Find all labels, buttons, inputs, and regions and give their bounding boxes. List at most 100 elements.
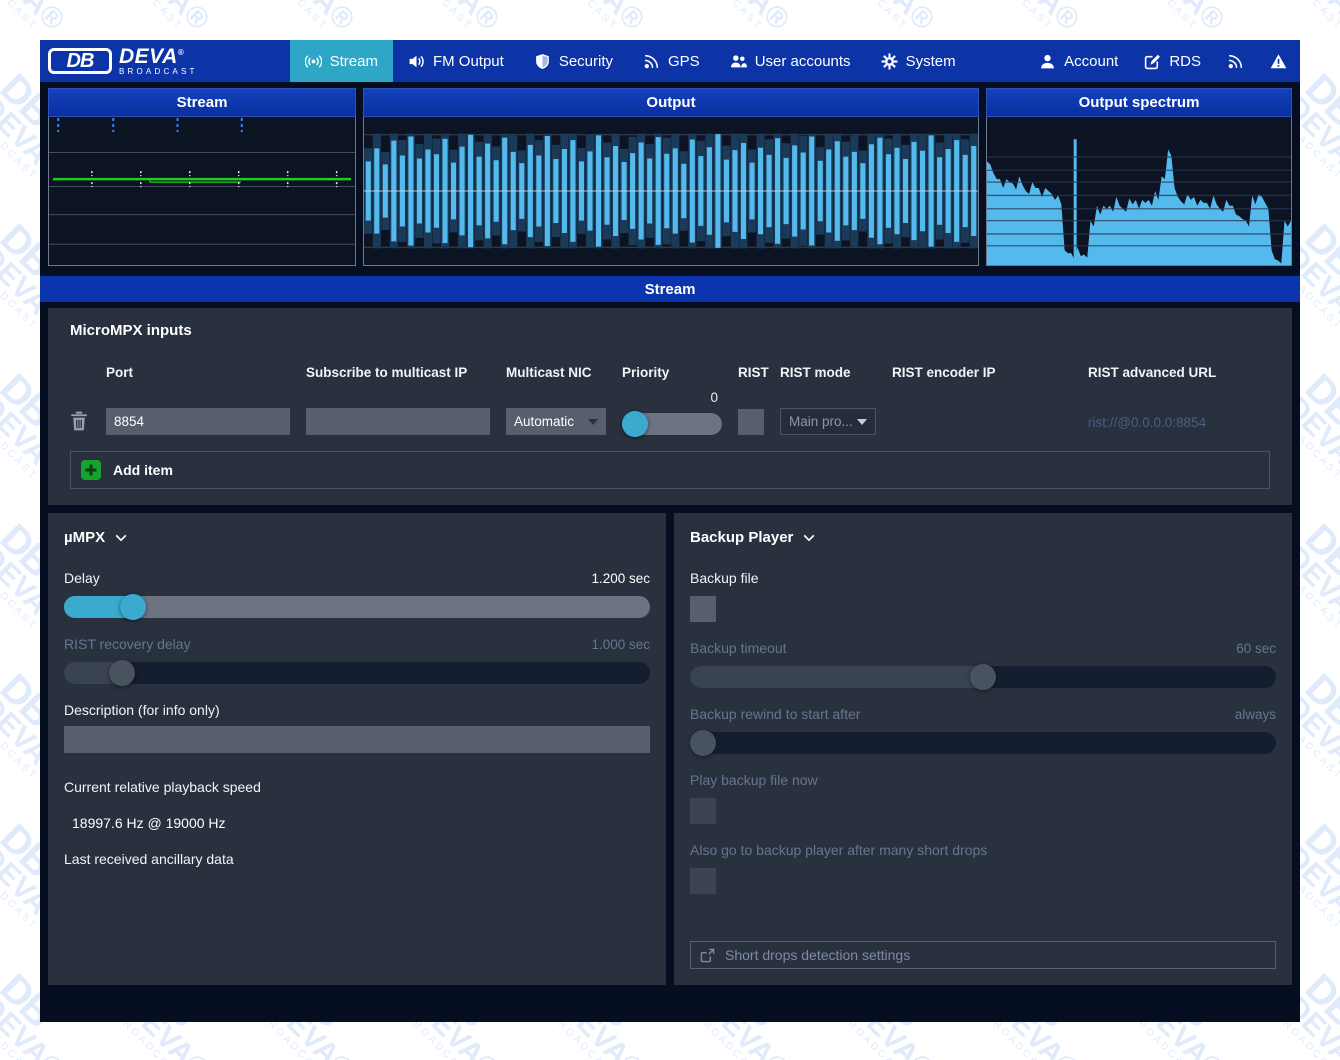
delay-slider[interactable] [64,596,650,618]
output-spectrum-display [986,117,1292,266]
stream-section-header: Stream [40,276,1300,302]
short-drops-label: Also go to backup player after many shor… [690,842,987,858]
umpx-panel: µMPX Delay 1.200 sec RIST recovery delay… [48,513,666,985]
rist-mode-select[interactable]: Main pro... [780,408,876,435]
app-window: DB DEVA® BROADCAST Stream FM Output [40,40,1300,1022]
nav-right-cluster: Account RDS [1026,40,1300,82]
spectrum-scope-panel: Output spectrum [986,88,1292,266]
output-scope-title: Output [363,88,979,117]
stream-scope-display [48,117,356,266]
chevron-down-icon [857,419,867,425]
add-item-button[interactable]: Add item [70,451,1270,489]
account-button[interactable]: Account [1026,40,1131,82]
rist-recovery-delay-label: RIST recovery delay [64,636,191,652]
backup-timeout-slider[interactable] [690,666,1276,688]
edit-icon [1144,53,1161,70]
col-multicast-ip: Subscribe to multicast IP [306,365,490,380]
description-input[interactable] [64,726,650,753]
external-link-icon [700,948,715,963]
deva-emblem-icon: DB [48,48,112,74]
output-scope-panel: Output [363,88,979,266]
brand-subtitle: BROADCAST [119,68,198,76]
backup-timeout-value: 60 sec [1236,641,1276,656]
backup-rewind-slider-handle[interactable] [690,730,716,756]
col-multicast-nic: Multicast NIC [506,365,606,380]
tab-gps[interactable]: GPS [628,40,715,82]
col-port: Port [106,365,290,380]
backup-file-label: Backup file [690,570,758,586]
chevron-down-icon [588,419,598,425]
deva-logo: DB DEVA® BROADCAST [40,40,212,82]
tab-fm-output[interactable]: FM Output [393,40,519,82]
short-drops-settings-button[interactable]: Short drops detection settings [690,941,1276,969]
col-rist: RIST [738,365,764,380]
delay-label: Delay [64,570,100,586]
chevron-down-icon [114,531,128,545]
spectrum-scope-title: Output spectrum [986,88,1292,117]
playback-speed-label: Current relative playback speed [64,779,261,795]
rist-recovery-delay-slider[interactable] [64,662,650,684]
micrompx-input-row: Automatic 0 Main pro... rist://@0.0.0.0:… [70,390,1270,435]
output-waveform-display [363,117,979,266]
micrompx-column-headers: Port Subscribe to multicast IP Multicast… [70,365,1270,380]
alarm-status-button[interactable] [1257,40,1300,82]
tab-stream[interactable]: Stream [290,40,393,82]
multicast-ip-input[interactable] [306,408,490,435]
col-rist-advanced-url: RIST advanced URL [1088,365,1270,380]
short-drops-checkbox[interactable] [690,868,716,894]
speaker-icon [408,53,425,70]
warning-icon [1270,53,1287,70]
plus-icon [81,460,101,480]
priority-slider-handle[interactable] [622,411,648,437]
backup-timeout-label: Backup timeout [690,640,787,656]
rist-recovery-slider-handle[interactable] [109,660,135,686]
brand-name: DEVA® [119,46,198,67]
delay-slider-handle[interactable] [120,594,146,620]
play-backup-now-checkbox[interactable] [690,798,716,824]
rist-checkbox[interactable] [738,409,764,435]
stream-scope-panel: Stream [48,88,356,266]
col-priority: Priority [622,365,722,380]
satellite-icon [1227,53,1244,70]
backup-timeout-slider-handle[interactable] [970,664,996,690]
port-input[interactable] [106,408,290,435]
backup-player-panel: Backup Player Backup file Backup timeout… [674,513,1292,985]
micrompx-title: MicroMPX inputs [70,322,1270,339]
col-rist-encoder-ip: RIST encoder IP [892,365,1072,380]
tab-system[interactable]: System [866,40,971,82]
scopes-row: Stream Output Output spectrum [48,88,1292,266]
col-rist-mode: RIST mode [780,365,876,380]
bottom-panels-row: µMPX Delay 1.200 sec RIST recovery delay… [48,513,1292,985]
shield-icon [534,53,551,70]
backup-rewind-value: always [1235,707,1276,722]
backup-rewind-slider[interactable] [690,732,1276,754]
top-navbar: DB DEVA® BROADCAST Stream FM Output [40,40,1300,82]
delete-row-button[interactable] [70,411,88,431]
priority-value: 0 [622,390,722,405]
backup-file-checkbox[interactable] [690,596,716,622]
backup-rewind-label: Backup rewind to start after [690,706,860,722]
micrompx-inputs-panel: MicroMPX inputs Port Subscribe to multic… [48,308,1292,505]
connection-status-button[interactable] [1214,40,1257,82]
satellite-icon [643,53,660,70]
description-label: Description (for info only) [64,702,220,718]
tab-security[interactable]: Security [519,40,628,82]
umpx-heading[interactable]: µMPX [64,529,650,546]
person-icon [1039,53,1056,70]
gear-icon [881,53,898,70]
priority-slider[interactable] [622,413,722,435]
ancillary-data-label: Last received ancillary data [64,851,234,867]
nav-tabs: Stream FM Output Security [290,40,971,82]
broadcast-icon [305,53,322,70]
priority-cell: 0 [622,390,722,435]
rist-advanced-url-value: rist://@0.0.0.0:8854 [1088,415,1270,435]
stream-scope-title: Stream [48,88,356,117]
multicast-nic-select[interactable]: Automatic [506,408,606,435]
playback-speed-value: 18997.6 Hz @ 19000 Hz [64,815,650,831]
backup-player-heading[interactable]: Backup Player [690,529,1276,546]
users-icon [730,53,747,70]
rist-recovery-delay-value: 1.000 sec [591,637,650,652]
delay-value: 1.200 sec [591,571,650,586]
rds-button[interactable]: RDS [1131,40,1214,82]
tab-user-accounts[interactable]: User accounts [715,40,866,82]
